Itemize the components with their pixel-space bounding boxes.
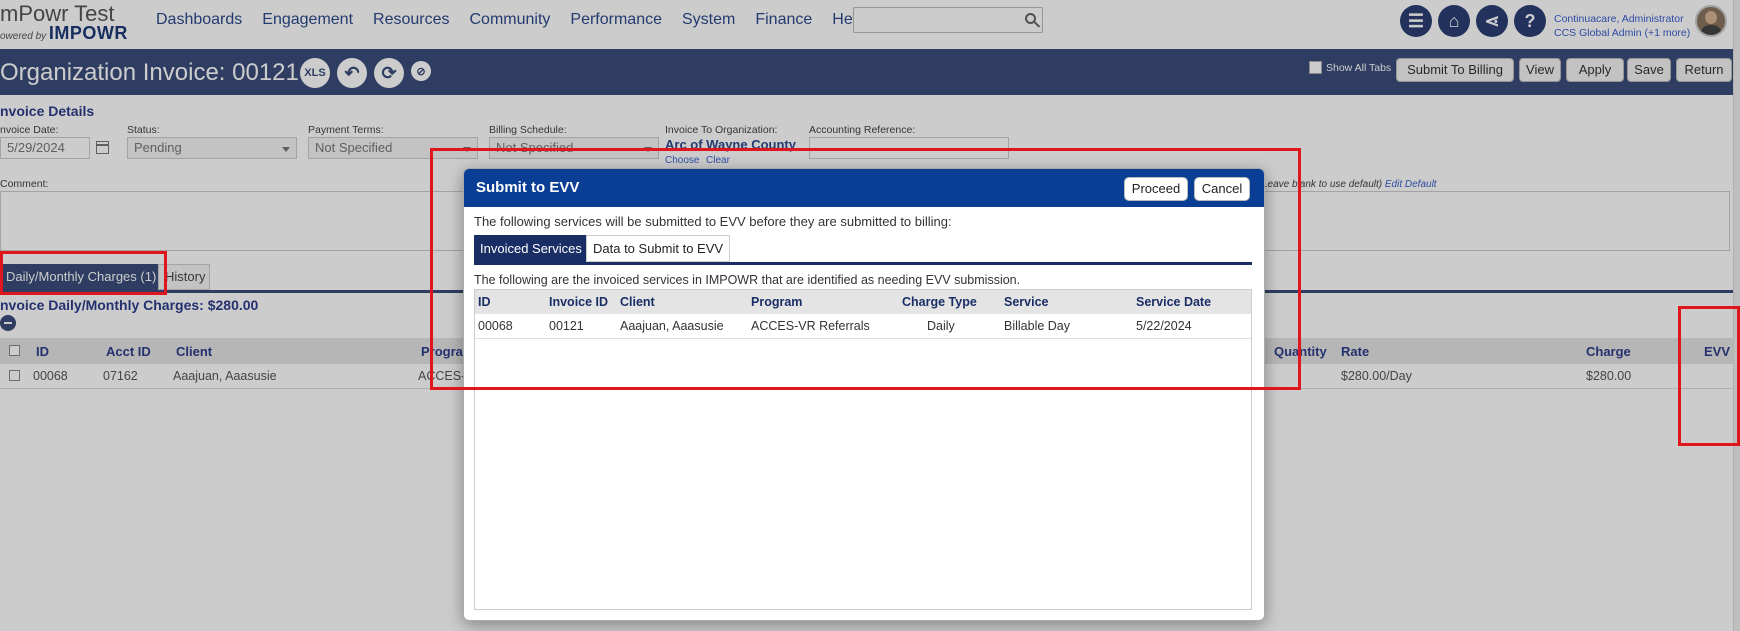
annotation-box-tab (0, 251, 167, 295)
annotation-box-dialog (430, 148, 1301, 390)
annotation-box-evv-column (1678, 306, 1740, 446)
